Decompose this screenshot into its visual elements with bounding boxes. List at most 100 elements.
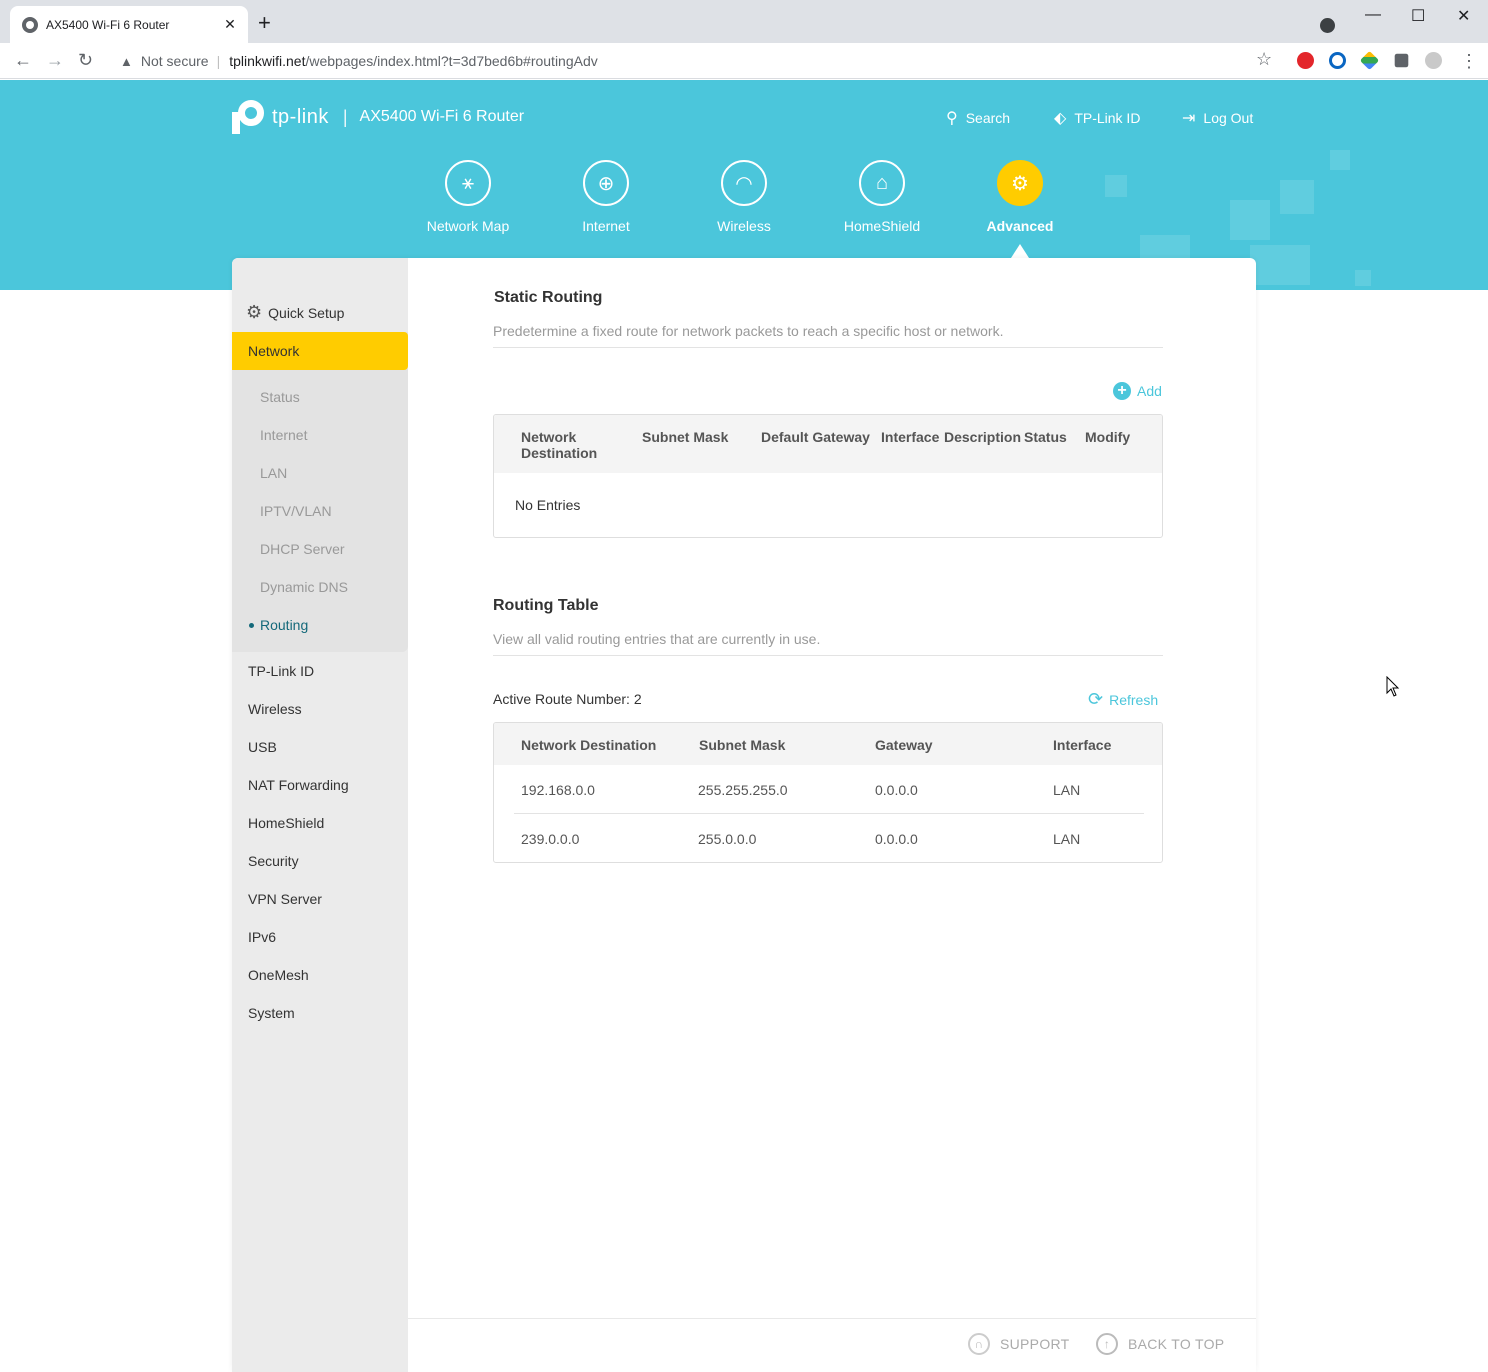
cell-interface: LAN (1053, 782, 1081, 798)
add-label: Add (1137, 383, 1162, 399)
routing-table-title: Routing Table (493, 597, 599, 614)
static-routing-title: Static Routing (494, 289, 603, 306)
extensions-puzzle-icon[interactable] (1394, 53, 1409, 68)
nav-homeshield[interactable]: ⌂ HomeShield (827, 160, 937, 234)
refresh-button[interactable]: ⟳ Refresh (1088, 689, 1158, 710)
sidebar-item-security[interactable]: Security (248, 853, 299, 869)
decorative-square (1105, 175, 1127, 197)
main-content: Static Routing Predetermine a fixed rout… (408, 258, 1256, 1372)
add-button[interactable]: + Add (1113, 382, 1162, 400)
not-secure-label: Not secure (140, 53, 209, 69)
minimize-icon[interactable]: — (1365, 6, 1381, 24)
globe-icon: ⊕ (583, 160, 629, 206)
cell-subnet-mask: 255.255.255.0 (698, 782, 788, 798)
globe-icon (22, 16, 38, 33)
maximize-icon[interactable]: ☐ (1411, 6, 1425, 26)
nav-label: Internet (582, 218, 630, 234)
nav-label: Wireless (717, 218, 771, 234)
empty-state-text: No Entries (515, 497, 581, 513)
cell-destination: 239.0.0.0 (521, 831, 580, 847)
sidebar-item-usb[interactable]: USB (248, 739, 277, 755)
sidebar-subitem-routing[interactable]: Routing (260, 617, 308, 633)
sidebar-item-homeshield[interactable]: HomeShield (248, 815, 324, 831)
sidebar-subitem-dynamic-dns[interactable]: Dynamic DNS (260, 579, 348, 595)
sidebar-subitem-lan[interactable]: LAN (260, 465, 287, 481)
drive-extension-icon[interactable] (1359, 50, 1380, 71)
decorative-square (1250, 245, 1310, 285)
column-header: Gateway (875, 737, 933, 753)
sidebar-item-system[interactable]: System (248, 1005, 295, 1021)
row-divider (514, 813, 1144, 814)
url-host: tplinkwifi.net (229, 53, 306, 69)
logout-link[interactable]: ⇥ Log Out (1182, 108, 1253, 128)
opera-extension-icon[interactable] (1297, 52, 1314, 69)
cell-gateway: 0.0.0.0 (875, 782, 918, 798)
address-bar[interactable]: ▲ Not secure | tplinkwifi.net /webpages/… (112, 47, 1290, 75)
sidebar-subitem-status[interactable]: Status (260, 389, 300, 405)
kebab-menu-icon[interactable]: ⋮ (1460, 51, 1478, 71)
password-extension-icon[interactable] (1329, 52, 1346, 69)
nav-label: HomeShield (843, 218, 921, 234)
sidebar-item-ipv6[interactable]: IPv6 (248, 929, 276, 945)
profile-menu-icon[interactable] (1320, 18, 1335, 33)
sidebar-item-vpn-server[interactable]: VPN Server (248, 891, 322, 907)
active-route-count: Active Route Number: 2 (493, 691, 642, 707)
sidebar-item-onemesh[interactable]: OneMesh (248, 967, 309, 983)
decorative-square (1230, 200, 1270, 240)
browser-toolbar: ← → ↻ ▲ Not secure | tplinkwifi.net /web… (0, 43, 1488, 79)
sidebar-subitem-iptv-vlan[interactable]: IPTV/VLAN (260, 503, 332, 519)
column-header: Description (944, 429, 1022, 445)
column-header: Modify (1085, 429, 1131, 445)
static-routing-table: Network Destination Subnet Mask Default … (493, 414, 1163, 538)
sidebar-subitem-dhcp-server[interactable]: DHCP Server (260, 541, 345, 557)
back-to-top-link[interactable]: ↑ BACK TO TOP (1096, 1333, 1224, 1355)
arrow-up-icon: ↑ (1096, 1333, 1118, 1355)
nav-network-map[interactable]: ⚹ Network Map (413, 160, 523, 234)
new-tab-icon[interactable]: + (258, 12, 271, 34)
column-header: Network Destination (521, 737, 657, 753)
current-item-dot (249, 623, 254, 628)
tab-title: AX5400 Wi-Fi 6 Router (46, 17, 170, 32)
avatar[interactable] (1425, 52, 1442, 69)
add-icon: + (1113, 382, 1131, 400)
address-divider: | (216, 53, 221, 69)
quick-setup-icon: ⚙ (246, 302, 263, 322)
browser-tab[interactable]: AX5400 Wi-Fi 6 Router ✕ (10, 6, 248, 43)
column-header: Network Destination (521, 429, 598, 461)
reload-icon[interactable]: ↻ (78, 50, 93, 70)
sidebar-item-quick-setup[interactable]: ⚙ Quick Setup (246, 302, 344, 323)
nav-internet[interactable]: ⊕ Internet (551, 160, 661, 234)
forward-icon[interactable]: → (46, 50, 64, 70)
logo-divider: | (342, 106, 348, 127)
back-to-top-label: BACK TO TOP (1128, 1336, 1225, 1352)
support-link[interactable]: ∩ SUPPORT (968, 1333, 1070, 1355)
refresh-icon: ⟳ (1088, 689, 1104, 709)
sidebar-subitem-internet[interactable]: Internet (260, 427, 307, 443)
close-icon[interactable]: ✕ (222, 16, 238, 33)
sidebar-item-tplink-id[interactable]: TP-Link ID (248, 663, 314, 679)
back-icon[interactable]: ← (14, 50, 32, 70)
sidebar-group-network: Network Status Internet LAN IPTV/VLAN DH… (232, 332, 408, 652)
search-label: Search (965, 110, 1011, 126)
nav-advanced[interactable]: ⚙ Advanced (965, 160, 1075, 234)
sidebar-item-network[interactable]: Network (232, 332, 408, 370)
routing-table-description: View all valid routing entries that are … (493, 631, 1163, 656)
column-header: Status (1024, 429, 1067, 445)
sidebar-item-nat-forwarding[interactable]: NAT Forwarding (248, 777, 349, 793)
search-link[interactable]: ⚲ Search (946, 108, 1010, 128)
sidebar-item-label: Quick Setup (268, 304, 345, 321)
tplink-id-icon: ⬖ (1054, 110, 1067, 127)
nav-wireless[interactable]: ◠ Wireless (689, 160, 799, 234)
bookmark-star-icon[interactable]: ☆ (1256, 49, 1272, 70)
logo[interactable]: tp-link | AX5400 Wi-Fi 6 Router (230, 100, 524, 134)
static-routing-description: Predetermine a fixed route for network p… (493, 323, 1163, 348)
sidebar: ⚙ Quick Setup Network Status Internet LA… (232, 258, 408, 1372)
active-nav-caret (1011, 244, 1029, 258)
logout-icon: ⇥ (1182, 110, 1196, 127)
url-path: /webpages/index.html?t=3d7bed6b#routingA… (305, 53, 598, 69)
support-label: SUPPORT (1000, 1336, 1070, 1352)
window-close-icon[interactable]: ✕ (1457, 6, 1470, 26)
sidebar-item-wireless[interactable]: Wireless (248, 701, 302, 717)
tplink-id-link[interactable]: ⬖ TP-Link ID (1054, 108, 1140, 128)
gear-icon: ⚙ (997, 160, 1043, 206)
